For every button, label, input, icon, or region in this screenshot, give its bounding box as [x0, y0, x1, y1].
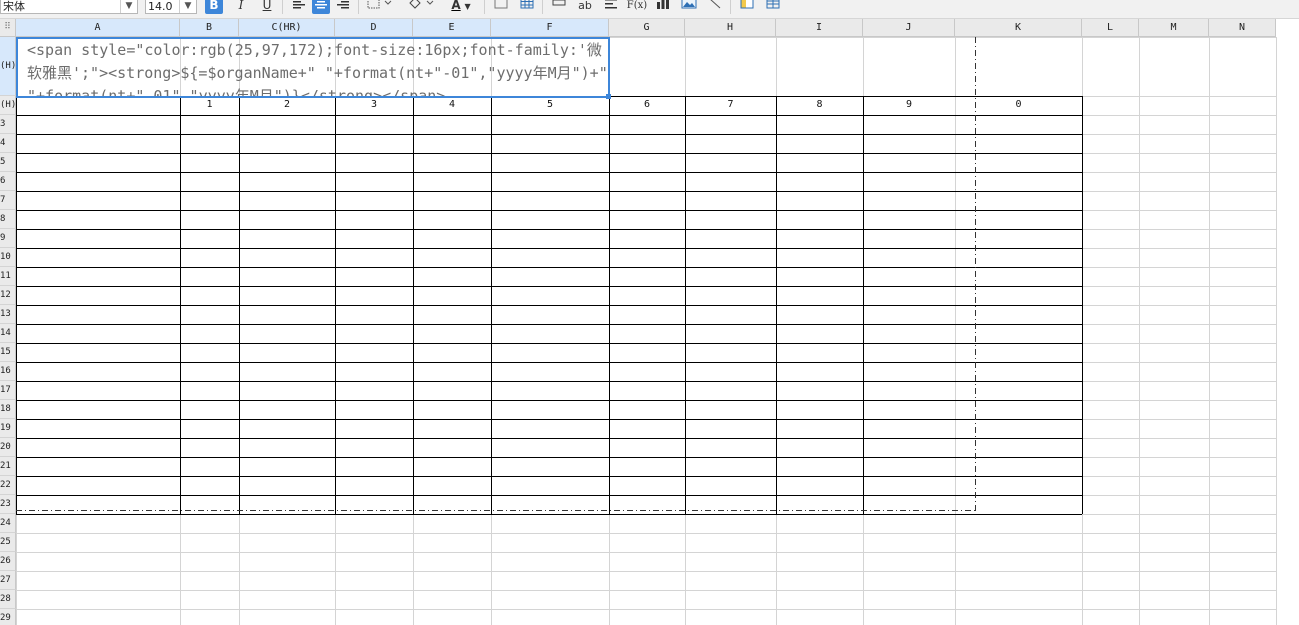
- row-header-27[interactable]: 27: [0, 571, 16, 590]
- row-header-14[interactable]: 14: [0, 324, 16, 343]
- row-header-10[interactable]: 10: [0, 248, 16, 267]
- column-header-chr[interactable]: C(HR): [239, 19, 335, 37]
- align-left-icon[interactable]: [290, 0, 308, 14]
- row-header-23[interactable]: 23: [0, 495, 16, 514]
- toolbar-divider: [542, 0, 543, 14]
- font-color-button[interactable]: A ▼: [446, 0, 476, 14]
- toolbar-divider: [358, 0, 359, 14]
- row-header-3[interactable]: 3: [0, 115, 16, 134]
- align-right-icon[interactable]: [334, 0, 352, 14]
- header-cell-2[interactable]: 2: [239, 96, 335, 114]
- font-size-select[interactable]: 14.0 ▼: [145, 0, 197, 14]
- row-header-19[interactable]: 19: [0, 419, 16, 438]
- row-header-17[interactable]: 17: [0, 381, 16, 400]
- merge-cells-icon[interactable]: [492, 0, 510, 14]
- row-header-2[interactable]: (H): [0, 96, 16, 115]
- formatting-toolbar: 宋体 ▼ 14.0 ▼ B I U A ▼ ab F(x): [0, 0, 1299, 19]
- text-field-icon[interactable]: [550, 0, 568, 14]
- header-cell-6[interactable]: 6: [609, 96, 685, 114]
- table-icon[interactable]: [518, 0, 536, 14]
- spreadsheet-area: ⠿ A B C(HR) D E F G H I J K L M N (H) (H) 3 4 5 6 7 8 9 10 11 12…: [0, 19, 1299, 625]
- header-cell-8[interactable]: 8: [776, 96, 863, 114]
- row-header-26[interactable]: 26: [0, 552, 16, 571]
- bold-button[interactable]: B: [205, 0, 223, 14]
- align-center-icon[interactable]: [312, 0, 330, 14]
- row-header-22[interactable]: 22: [0, 476, 16, 495]
- image-icon[interactable]: [680, 0, 698, 14]
- header-cell-3[interactable]: 3: [335, 96, 413, 114]
- column-header-i[interactable]: I: [776, 19, 863, 37]
- toolbar-divider: [730, 0, 731, 14]
- chevron-down-icon: ▼: [120, 0, 137, 13]
- underline-button[interactable]: U: [258, 0, 276, 14]
- row-header-13[interactable]: 13: [0, 305, 16, 324]
- row-header-4[interactable]: 4: [0, 134, 16, 153]
- column-header-l[interactable]: L: [1082, 19, 1139, 37]
- column-header-j[interactable]: J: [863, 19, 955, 37]
- row-header-21[interactable]: 21: [0, 457, 16, 476]
- row-header-16[interactable]: 16: [0, 362, 16, 381]
- row-header-12[interactable]: 12: [0, 286, 16, 305]
- row-header-5[interactable]: 5: [0, 153, 16, 172]
- header-cell-9[interactable]: 9: [863, 96, 955, 114]
- font-size-value: 14.0: [148, 0, 173, 13]
- font-family-value: 宋体: [3, 0, 25, 13]
- row-header-20[interactable]: 20: [0, 438, 16, 457]
- column-header-g[interactable]: G: [609, 19, 685, 37]
- font-family-select[interactable]: 宋体 ▼: [0, 0, 138, 14]
- italic-button[interactable]: I: [232, 0, 250, 14]
- row-header-29[interactable]: 29: [0, 609, 16, 625]
- wrap-icon[interactable]: [602, 0, 620, 14]
- slash-icon[interactable]: [706, 0, 724, 14]
- row-header-9[interactable]: 9: [0, 229, 16, 248]
- row-header-28[interactable]: 28: [0, 590, 16, 609]
- cell-grid[interactable]: [16, 37, 1299, 625]
- column-header-b[interactable]: B: [180, 19, 239, 37]
- column-header-h[interactable]: H: [685, 19, 776, 37]
- toolbar-divider: [282, 0, 283, 14]
- header-cell-7[interactable]: 7: [685, 96, 776, 114]
- row-header-24[interactable]: 24: [0, 514, 16, 533]
- toolbar-divider: [484, 0, 485, 14]
- bar-chart-icon[interactable]: [654, 0, 672, 14]
- font-color-icon: A: [451, 0, 461, 12]
- fill-color-icon[interactable]: [406, 0, 436, 14]
- header-cell-1[interactable]: 1: [180, 96, 239, 114]
- select-all-corner[interactable]: ⠿: [0, 19, 16, 37]
- column-header-m[interactable]: M: [1139, 19, 1209, 37]
- column-header-a[interactable]: A: [16, 19, 180, 37]
- row-header-15[interactable]: 15: [0, 343, 16, 362]
- header-cell-4[interactable]: 4: [413, 96, 491, 114]
- row-header-11[interactable]: 11: [0, 267, 16, 286]
- row-header-6[interactable]: 6: [0, 172, 16, 191]
- border-icon[interactable]: [366, 0, 394, 14]
- text-icon[interactable]: ab: [574, 0, 596, 14]
- chevron-down-icon: ▼: [464, 2, 471, 11]
- header-cell-0[interactable]: 0: [955, 96, 1082, 114]
- formula-icon[interactable]: F(x): [626, 0, 648, 14]
- row-header-8[interactable]: 8: [0, 210, 16, 229]
- row-header-7[interactable]: 7: [0, 191, 16, 210]
- row-header-18[interactable]: 18: [0, 400, 16, 419]
- cell-a1-content[interactable]: <span style="color:rgb(25,97,172);font-s…: [17, 38, 609, 97]
- column-header-k[interactable]: K: [955, 19, 1082, 37]
- column-header-f[interactable]: F: [491, 19, 609, 37]
- column-icon[interactable]: [764, 0, 782, 14]
- row-header-25[interactable]: 25: [0, 533, 16, 552]
- column-header-e[interactable]: E: [413, 19, 491, 37]
- column-header-d[interactable]: D: [335, 19, 413, 37]
- freeze-icon[interactable]: [738, 0, 756, 14]
- row-header-1[interactable]: (H): [0, 37, 16, 96]
- chevron-down-icon: ▼: [179, 0, 196, 13]
- header-cell-5[interactable]: 5: [491, 96, 609, 114]
- column-header-n[interactable]: N: [1209, 19, 1276, 37]
